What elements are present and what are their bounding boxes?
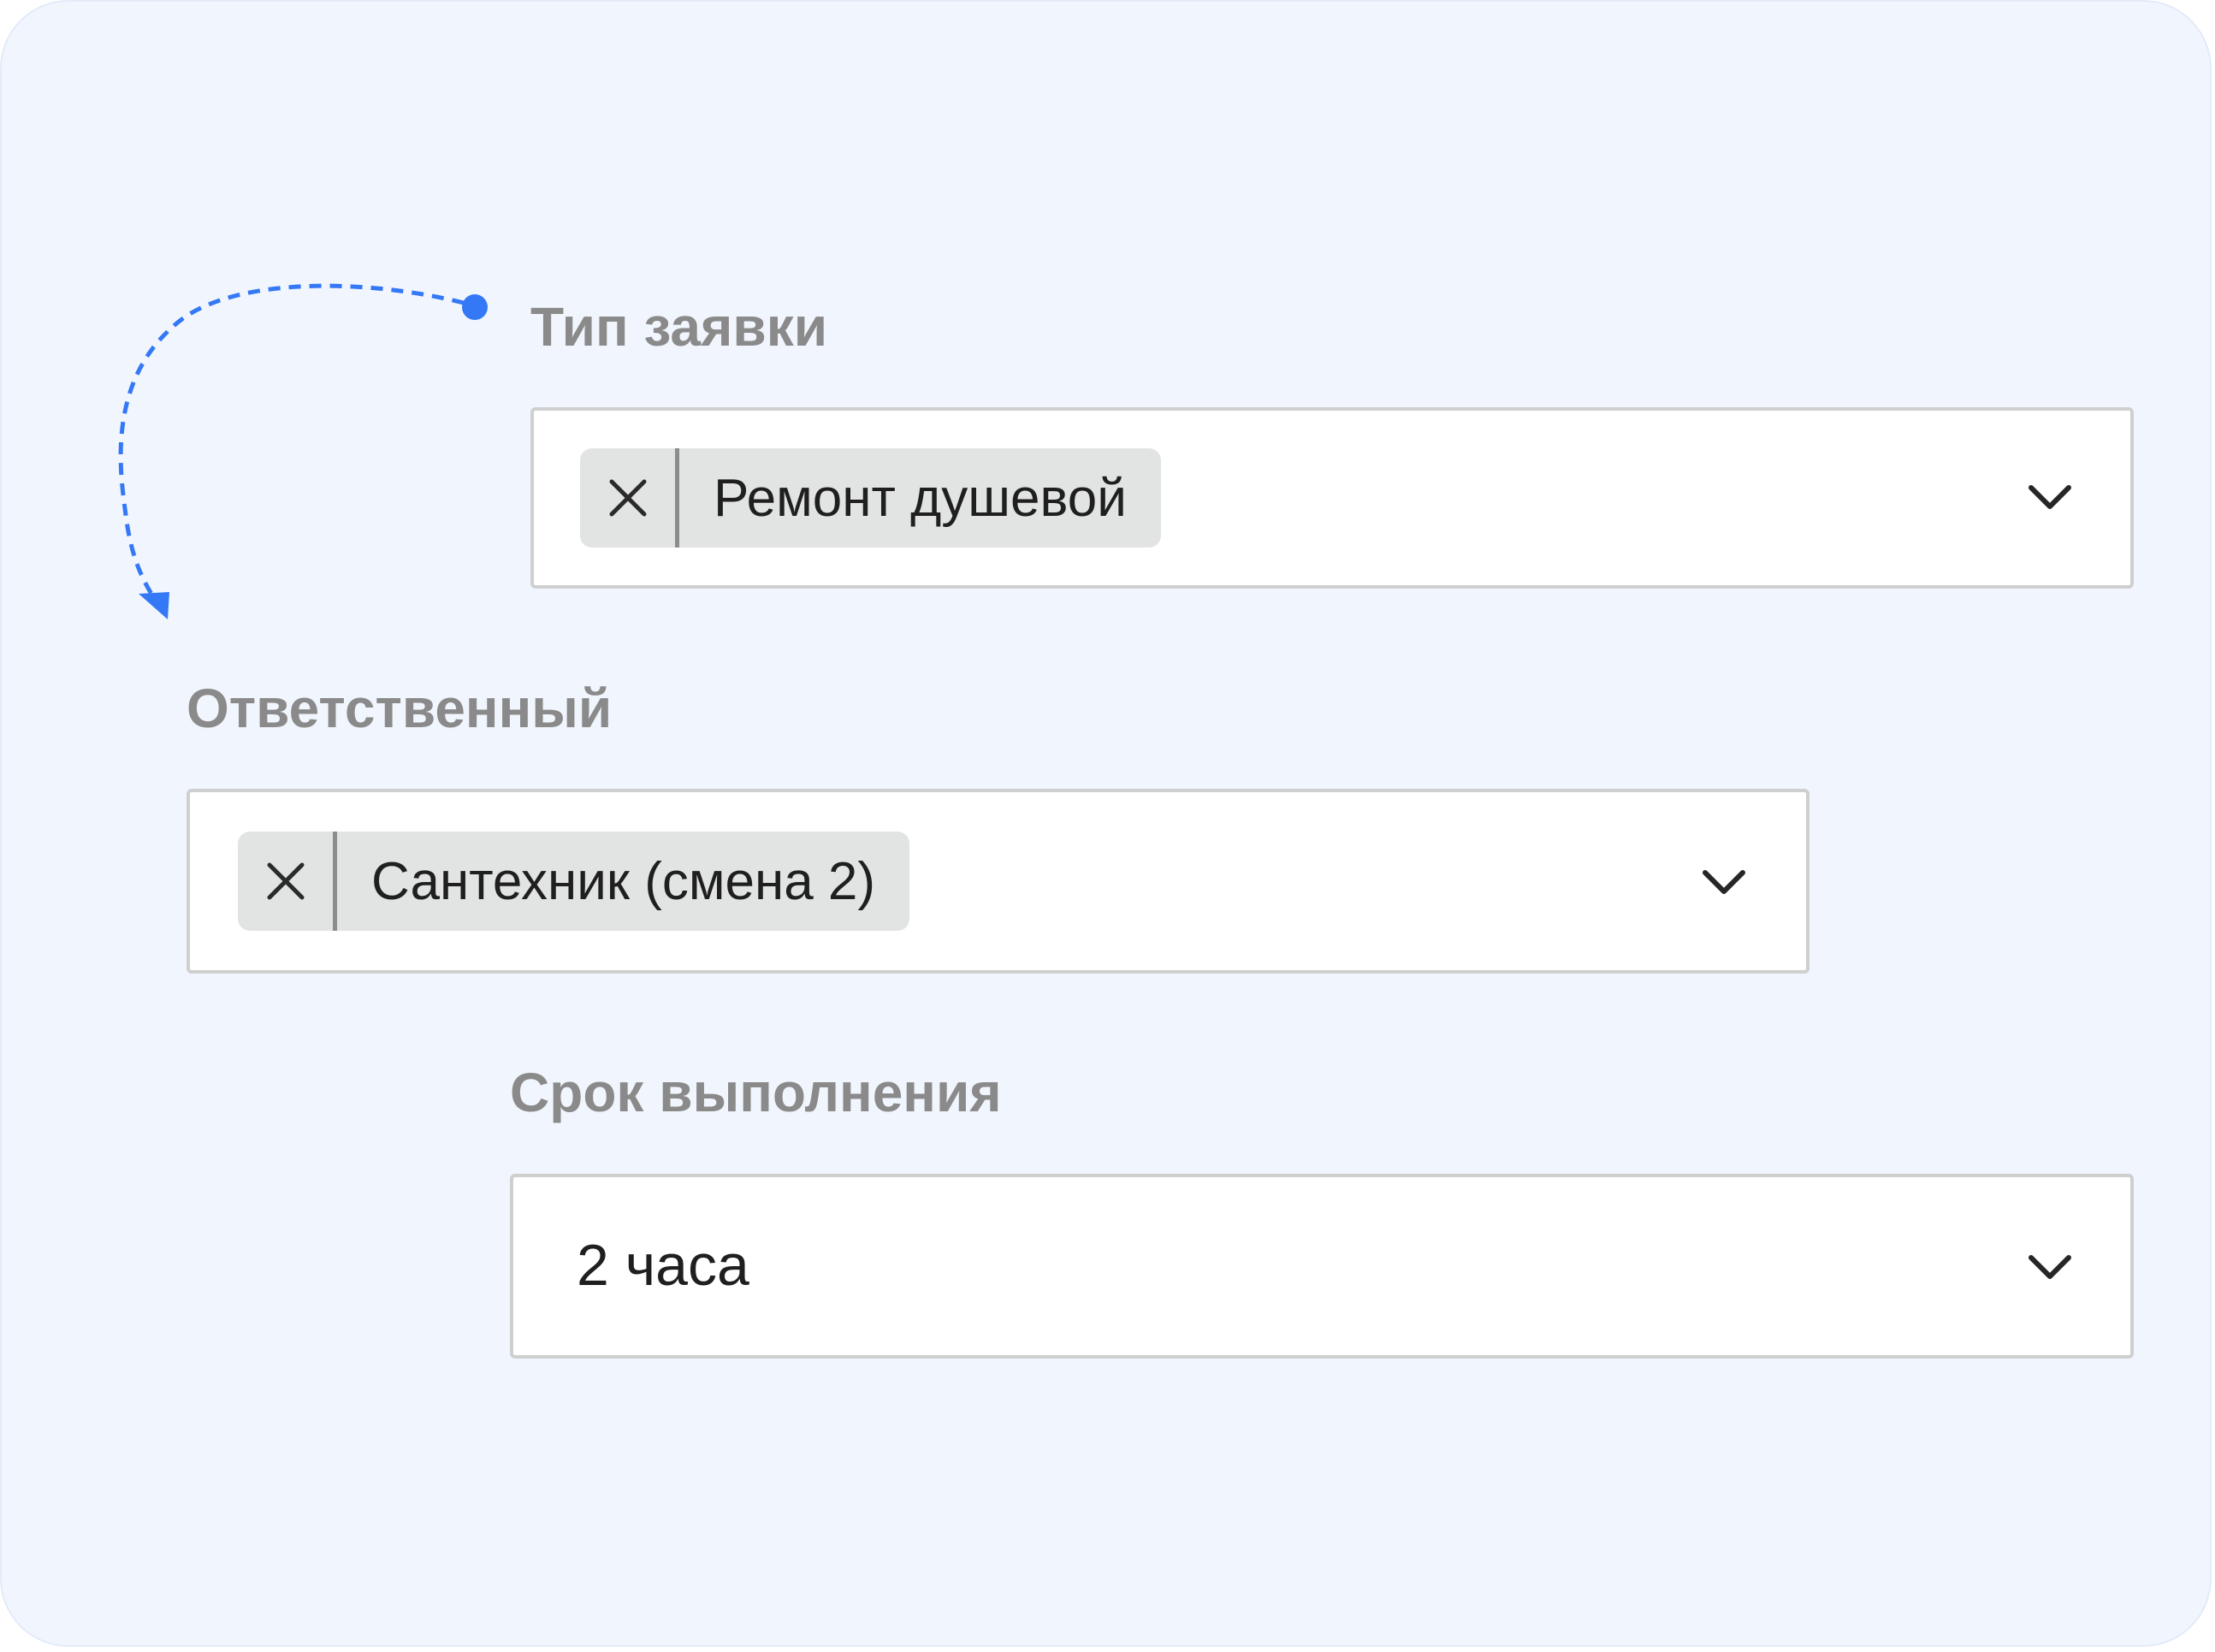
chevron-down-icon[interactable] xyxy=(2024,1251,2076,1285)
field-label-deadline: Срок выполнения xyxy=(510,1062,1002,1123)
deadline-select[interactable]: 2 часа xyxy=(510,1174,2134,1359)
field-label-responsible: Ответственный xyxy=(187,678,613,739)
selected-value: 2 часа xyxy=(577,1233,749,1298)
chip-label: Сантехник (смена 2) xyxy=(371,851,876,911)
selected-chip: Ремонт душевой xyxy=(580,448,1161,548)
chevron-down-icon[interactable] xyxy=(1698,866,1750,900)
field-label-request-type: Тип заявки xyxy=(530,296,828,358)
remove-chip-button[interactable] xyxy=(238,832,337,931)
chip-label: Ремонт душевой xyxy=(714,468,1127,528)
selected-chip: Сантехник (смена 2) xyxy=(238,832,910,931)
request-type-select[interactable]: Ремонт душевой xyxy=(530,407,2134,589)
responsible-select[interactable]: Сантехник (смена 2) xyxy=(187,789,1809,974)
chevron-down-icon[interactable] xyxy=(2024,481,2076,515)
remove-chip-button[interactable] xyxy=(580,448,679,548)
form-panel: Тип заявки Ремонт душевой Ответственный … xyxy=(0,0,2212,1647)
close-icon xyxy=(609,479,646,517)
close-icon xyxy=(267,862,304,900)
